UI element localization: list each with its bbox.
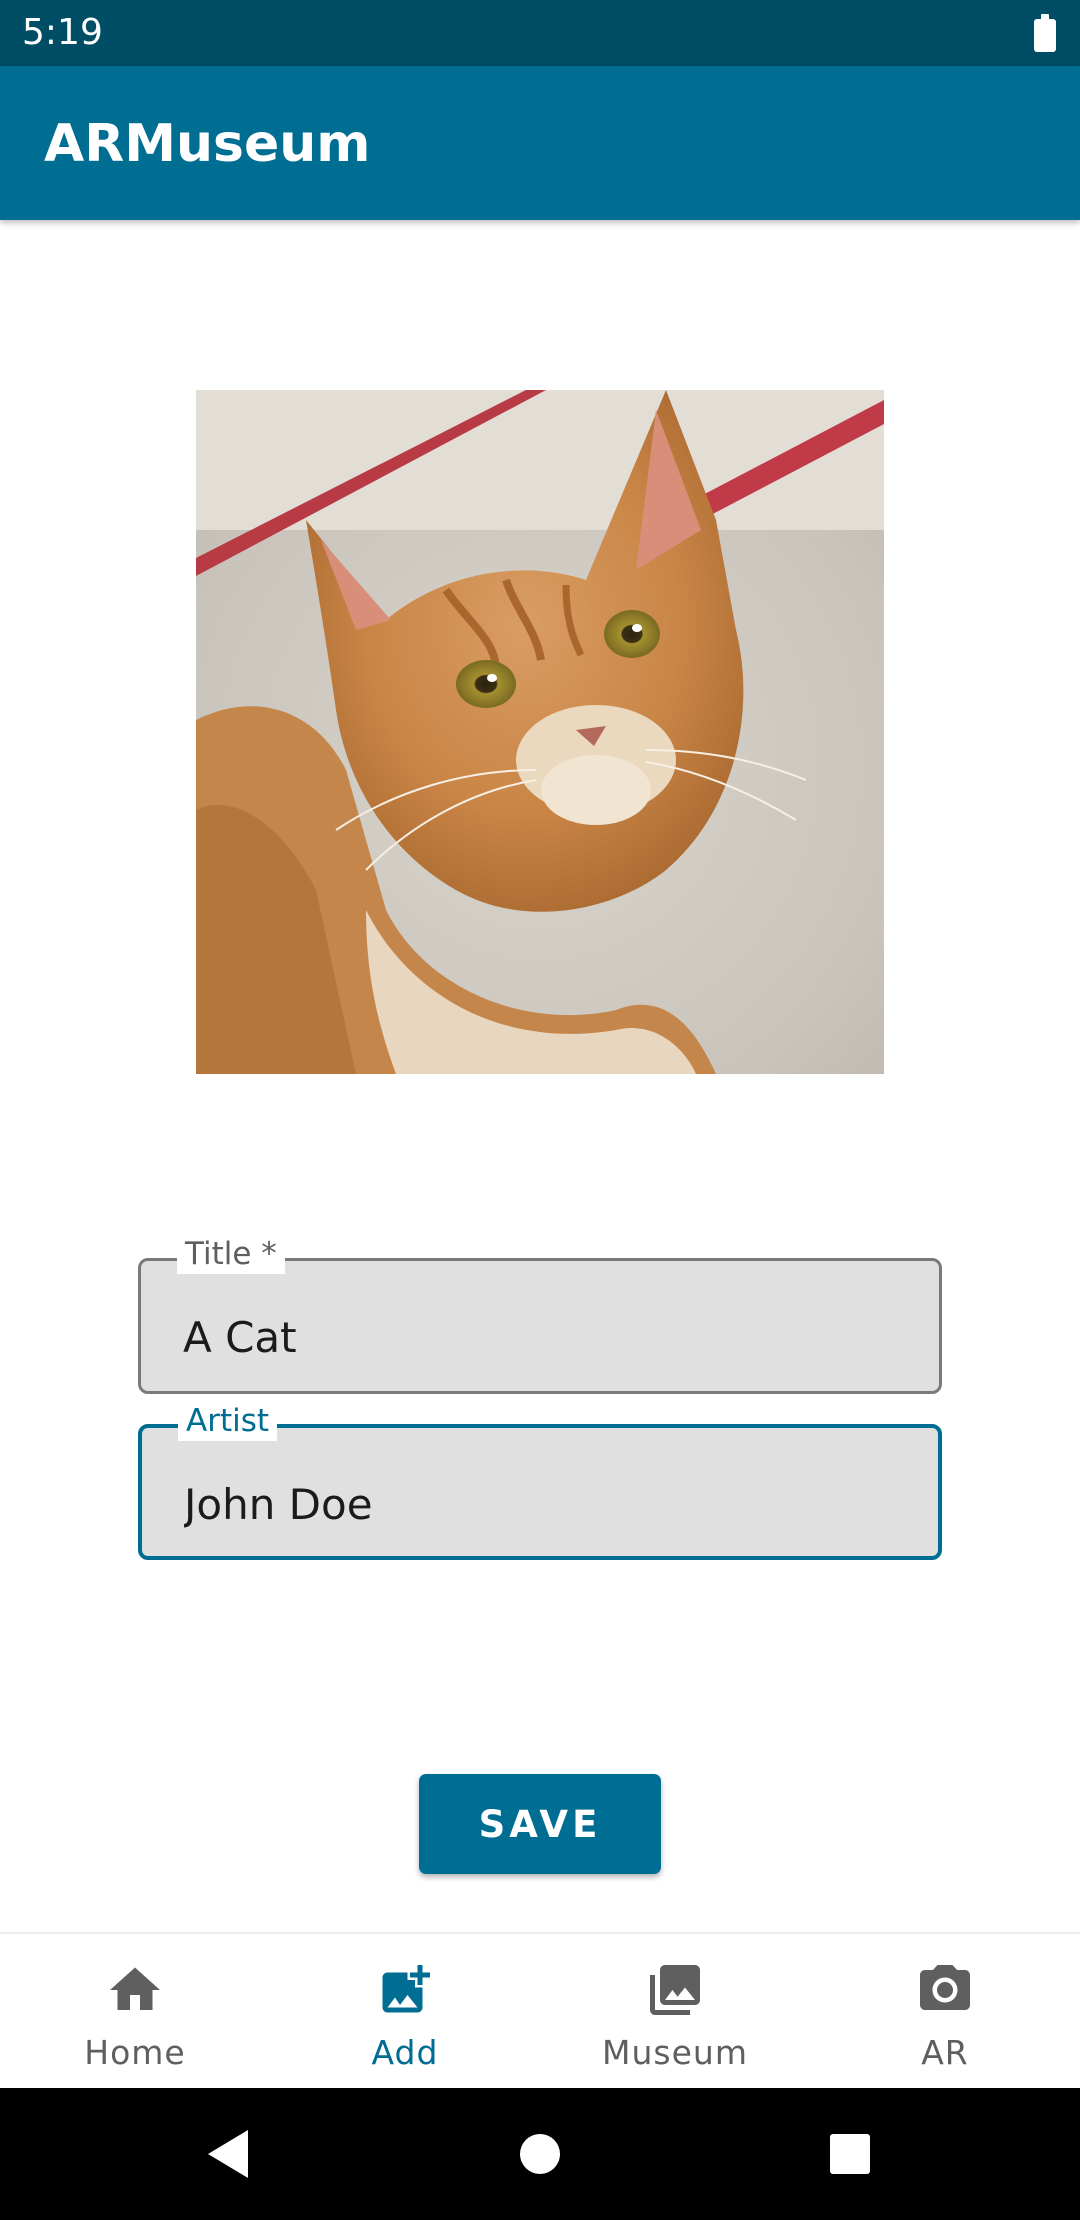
- battery-icon: [1034, 14, 1056, 52]
- nav-item-add[interactable]: Add: [270, 1934, 540, 2090]
- home-button-icon[interactable]: [510, 2124, 570, 2184]
- recents-icon[interactable]: [820, 2124, 880, 2184]
- system-navigation-bar: [0, 2088, 1080, 2220]
- bottom-navigation: Home Add Museum AR: [0, 1932, 1080, 2088]
- artwork-image[interactable]: [196, 390, 884, 1074]
- back-icon[interactable]: [200, 2124, 260, 2184]
- photo-library-icon: [650, 1965, 700, 2015]
- nav-label-ar: AR: [921, 2033, 969, 2072]
- title-field-label: Title *: [177, 1234, 285, 1274]
- save-button[interactable]: SAVE: [419, 1774, 661, 1874]
- status-bar: 5:19: [0, 0, 1080, 66]
- artist-input[interactable]: [184, 1476, 884, 1532]
- app-bar: ARMuseum: [0, 66, 1080, 220]
- add-photo-icon: [382, 1965, 430, 2013]
- app-title: ARMuseum: [44, 114, 371, 174]
- status-time: 5:19: [22, 12, 103, 53]
- artist-field-label: Artist: [178, 1401, 278, 1441]
- camera-icon: [920, 1965, 970, 2010]
- nav-label-add: Add: [371, 2033, 439, 2072]
- artist-field[interactable]: Artist: [138, 1401, 942, 1560]
- nav-item-museum[interactable]: Museum: [540, 1934, 810, 2090]
- title-field[interactable]: Title *: [138, 1234, 942, 1394]
- nav-item-ar[interactable]: AR: [810, 1934, 1080, 2090]
- nav-label-museum: Museum: [602, 2033, 748, 2072]
- title-input[interactable]: [183, 1309, 883, 1365]
- nav-item-home[interactable]: Home: [0, 1934, 270, 2090]
- nav-label-home: Home: [84, 2033, 186, 2072]
- home-icon: [110, 1967, 160, 2010]
